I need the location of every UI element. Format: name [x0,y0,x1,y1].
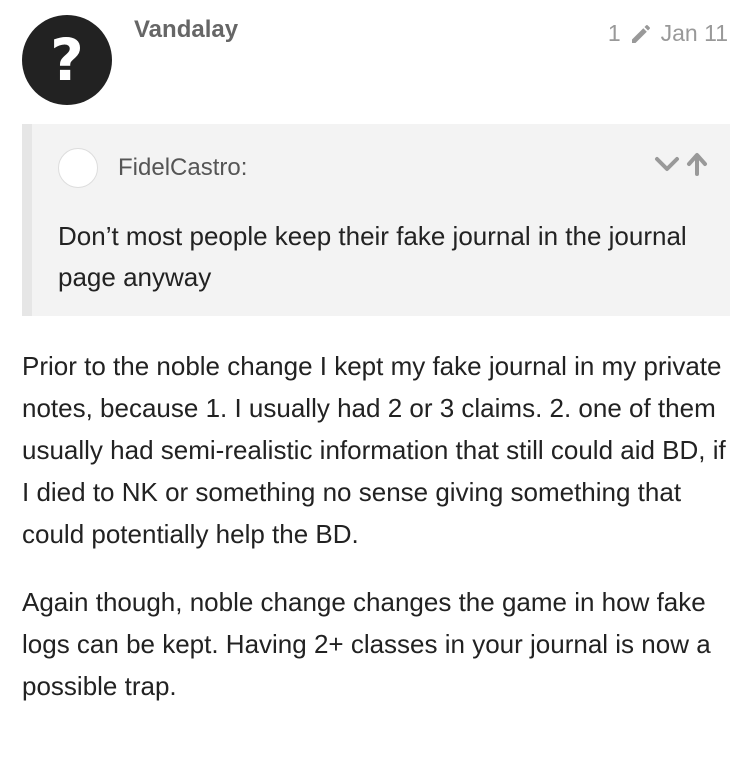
body-paragraph: Prior to the noble change I kept my fake… [22,351,726,549]
arrow-up-icon[interactable] [686,152,708,176]
chevron-down-icon[interactable] [654,154,680,174]
post-date[interactable]: Jan 11 [661,20,728,47]
quote-controls [654,152,708,176]
pencil-icon[interactable] [629,22,653,46]
post-meta: 1 Jan 11 [608,20,728,47]
forum-post: ? Vandalay 1 Jan 11 FidelCastro: Don’t m… [0,0,750,761]
avatar[interactable]: ? [22,15,112,105]
body-paragraph: Again though, noble change changes the g… [22,587,711,701]
username[interactable]: Vandalay [134,16,238,44]
quote-text: Don’t most people keep their fake journa… [58,221,687,292]
avatar-placeholder-letter: ? [50,26,84,94]
edit-count[interactable]: 1 [608,20,621,47]
quote-header: FidelCastro: [58,148,247,188]
quote-author: FidelCastro: [118,154,248,181]
quote-block: FidelCastro: Don’t most people keep thei… [22,124,730,316]
quote-author-avatar [58,148,98,188]
post-body: Prior to the noble change I kept my fake… [22,345,732,733]
